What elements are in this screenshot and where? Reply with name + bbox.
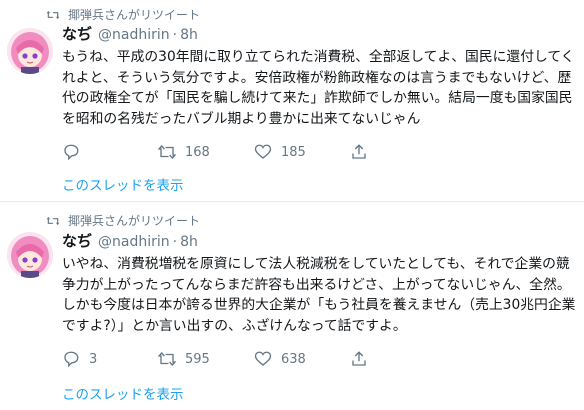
timestamp[interactable]: 8h (180, 234, 198, 250)
like-button[interactable]: 638 (254, 349, 350, 369)
retweet-label: 揶弾兵さんがリツイート (68, 214, 201, 228)
retweet-label: 揶弾兵さんがリツイート (68, 8, 201, 22)
reply-icon (64, 351, 79, 368)
avatar-image (7, 232, 53, 278)
like-count: 638 (281, 351, 306, 367)
avatar[interactable] (7, 28, 53, 74)
heart-icon (254, 351, 272, 366)
avatar-image (7, 28, 53, 74)
reply-button[interactable] (62, 142, 158, 162)
retweet-button[interactable]: 168 (158, 142, 254, 162)
reply-button[interactable]: 3 (62, 349, 158, 369)
retweet-icon (158, 351, 176, 367)
share-icon (352, 351, 366, 366)
like-button[interactable]: 185 (254, 142, 350, 162)
tweet-2[interactable]: 揶弾兵さんがリツイート なぢ @nadhirin · 8h いやね、消費税増税を… (0, 202, 584, 410)
retweet-icon (46, 216, 60, 225)
retweet-context: 揶弾兵さんがリツイート (46, 6, 200, 23)
tweet-text: もうね、平成の30年間に取り立てられた消費税、全部返してよ、国民に還付してくれよ… (62, 49, 575, 127)
like-count: 185 (281, 144, 306, 160)
separator-dot: · (172, 234, 178, 250)
tweet-1[interactable]: 揶弾兵さんがリツイート なぢ @nadhirin · 8h もうね、平成の30年… (0, 0, 584, 202)
retweet-icon (158, 144, 176, 160)
show-thread-link[interactable]: このスレッドを表示 (62, 174, 184, 194)
retweet-icon (46, 10, 60, 19)
timestamp[interactable]: 8h (180, 27, 198, 43)
reply-icon (64, 144, 79, 161)
retweet-context: 揶弾兵さんがリツイート (46, 212, 200, 229)
author-handle[interactable]: @nadhirin (98, 27, 170, 43)
author-name[interactable]: なぢ (62, 230, 92, 251)
tweet-text: いやね、消費税増税を原資にして法人税減税をしていたとしても、それで企業の競争力が… (62, 256, 576, 334)
author-handle[interactable]: @nadhirin (98, 234, 170, 250)
tweet-actions: 3 595 638 (62, 349, 577, 369)
share-button[interactable] (350, 142, 446, 162)
retweet-button[interactable]: 595 (158, 349, 254, 369)
share-button[interactable] (350, 349, 446, 369)
heart-icon (254, 144, 272, 159)
tweet-actions: 168 185 (62, 142, 577, 162)
show-thread-link[interactable]: このスレッドを表示 (62, 383, 184, 403)
retweet-count: 595 (185, 351, 210, 367)
reply-count: 3 (89, 351, 98, 367)
author-name[interactable]: なぢ (62, 23, 92, 44)
avatar[interactable] (7, 232, 53, 278)
separator-dot: · (172, 27, 178, 43)
share-icon (352, 144, 366, 159)
retweet-count: 168 (185, 144, 210, 160)
